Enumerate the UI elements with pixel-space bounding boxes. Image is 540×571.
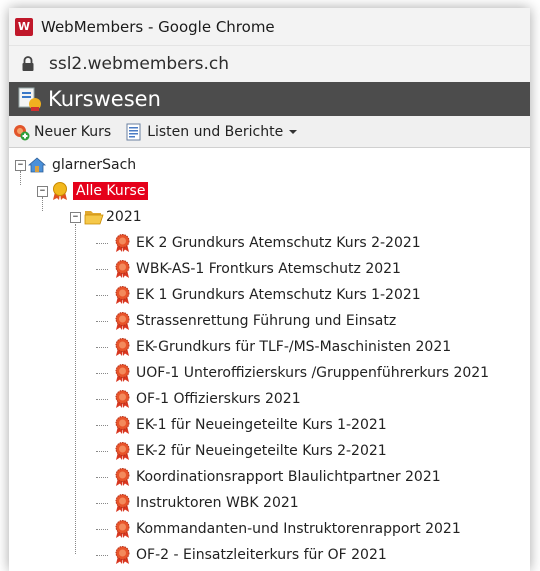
- url-text[interactable]: ssl2.webmembers.ch: [49, 54, 229, 74]
- home-icon: [28, 157, 46, 173]
- course-list-item[interactable]: EK-1 für Neueingeteilte Kurs 1-2021: [9, 412, 530, 438]
- course-name[interactable]: OF-2 - Einsatzleiterkurs für OF 2021: [136, 547, 387, 563]
- new-course-label: Neuer Kurs: [34, 123, 112, 140]
- address-bar[interactable]: ssl2.webmembers.ch: [9, 45, 530, 82]
- page-title: Kurswesen: [48, 87, 161, 111]
- tree-connector: [96, 373, 108, 374]
- award-medal-icon: [53, 182, 67, 200]
- course-ribbon-icon: [115, 468, 130, 486]
- course-tree: − glarnerSach − Alle Kurse − 2021 EK 2 G…: [9, 148, 530, 568]
- course-list-item[interactable]: WBK-AS-1 Frontkurs Atemschutz 2021: [9, 256, 530, 282]
- course-name[interactable]: WBK-AS-1 Frontkurs Atemschutz 2021: [136, 261, 401, 277]
- course-ribbon-icon: [115, 546, 130, 564]
- course-name[interactable]: EK 1 Grundkurs Atemschutz Kurs 1-2021: [136, 287, 421, 303]
- course-ribbon-icon: [115, 390, 130, 408]
- tree-connector: [96, 425, 108, 426]
- window-title: WebMembers - Google Chrome: [41, 17, 275, 36]
- tree-connector: [96, 555, 108, 556]
- course-ribbon-icon: [115, 364, 130, 382]
- course-name[interactable]: Koordinationsrapport Blaulichtpartner 20…: [136, 469, 441, 485]
- app-header: Kurswesen: [9, 82, 530, 116]
- tree-connector: [96, 269, 108, 270]
- chevron-down-icon: [289, 129, 298, 134]
- course-module-icon: [18, 87, 41, 111]
- course-list: EK 2 Grundkurs Atemschutz Kurs 2-2021 WBK…: [9, 230, 530, 568]
- title-bar: W WebMembers - Google Chrome: [9, 8, 530, 45]
- course-name[interactable]: Kommandanten-und Instruktorenrapport 202…: [136, 521, 461, 537]
- new-course-icon: [14, 124, 30, 140]
- tree-connector: [96, 243, 108, 244]
- course-ribbon-icon: [115, 234, 130, 252]
- course-ribbon-icon: [115, 312, 130, 330]
- reports-dropdown[interactable]: Listen und Berichte: [125, 123, 302, 141]
- course-list-item[interactable]: UOF-1 Unteroffizierskurs /Gruppenführerk…: [9, 360, 530, 386]
- browser-window: W WebMembers - Google Chrome ssl2.webmem…: [9, 8, 530, 571]
- course-name[interactable]: UOF-1 Unteroffizierskurs /Gruppenführerk…: [136, 365, 489, 381]
- course-ribbon-icon: [115, 416, 130, 434]
- course-list-item[interactable]: OF-2 - Einsatzleiterkurs für OF 2021: [9, 542, 530, 568]
- course-ribbon-icon: [115, 260, 130, 278]
- new-course-button[interactable]: Neuer Kurs: [12, 123, 111, 141]
- report-document-icon: [126, 123, 141, 140]
- course-list-item[interactable]: EK-2 für Neueingeteilte Kurs 2-2021: [9, 438, 530, 464]
- course-ribbon-icon: [115, 338, 130, 356]
- course-name[interactable]: EK 2 Grundkurs Atemschutz Kurs 2-2021: [136, 235, 421, 251]
- tree-connector: [96, 503, 108, 504]
- folder-open-icon: [84, 211, 104, 225]
- tree-connector: [96, 477, 108, 478]
- course-name[interactable]: EK-Grundkurs für TLF-/MS-Maschinisten 20…: [136, 339, 451, 355]
- course-ribbon-icon: [115, 494, 130, 512]
- tree-connector: [96, 321, 108, 322]
- reports-label: Listen und Berichte: [147, 123, 284, 140]
- tree-connector: [96, 529, 108, 530]
- course-list-item[interactable]: EK 1 Grundkurs Atemschutz Kurs 1-2021: [9, 282, 530, 308]
- course-list-item[interactable]: Kommandanten-und Instruktorenrapport 202…: [9, 516, 530, 542]
- root-label: glarnerSach: [52, 157, 137, 173]
- collapse-toggle[interactable]: −: [70, 212, 81, 223]
- tree-node-all-courses[interactable]: − Alle Kurse: [9, 178, 530, 204]
- course-list-item[interactable]: Koordinationsrapport Blaulichtpartner 20…: [9, 464, 530, 490]
- course-ribbon-icon: [115, 442, 130, 460]
- all-courses-label[interactable]: Alle Kurse: [73, 182, 149, 200]
- tree-node-year[interactable]: − 2021: [9, 204, 530, 230]
- course-list-item[interactable]: EK 2 Grundkurs Atemschutz Kurs 2-2021: [9, 230, 530, 256]
- year-label: 2021: [106, 209, 142, 225]
- toolbar: Neuer Kurs Listen und Berichte: [9, 116, 530, 148]
- tree-connector: [96, 399, 108, 400]
- course-name[interactable]: EK-1 für Neueingeteilte Kurs 1-2021: [136, 417, 387, 433]
- lock-icon: [21, 56, 43, 72]
- collapse-toggle[interactable]: −: [15, 160, 26, 171]
- tree-connector: [96, 295, 108, 296]
- webmembers-logo-icon: W: [15, 17, 33, 36]
- tree-connector: [96, 347, 108, 348]
- course-list-item[interactable]: EK-Grundkurs für TLF-/MS-Maschinisten 20…: [9, 334, 530, 360]
- course-name[interactable]: Instruktoren WBK 2021: [136, 495, 299, 511]
- course-name[interactable]: Strassenrettung Führung und Einsatz: [136, 313, 396, 329]
- tree-connector: [96, 451, 108, 452]
- course-list-item[interactable]: Strassenrettung Führung und Einsatz: [9, 308, 530, 334]
- collapse-toggle[interactable]: −: [37, 186, 48, 197]
- course-ribbon-icon: [115, 286, 130, 304]
- course-name[interactable]: OF-1 Offizierskurs 2021: [136, 391, 301, 407]
- course-list-item[interactable]: OF-1 Offizierskurs 2021: [9, 386, 530, 412]
- course-list-item[interactable]: Instruktoren WBK 2021: [9, 490, 530, 516]
- course-ribbon-icon: [115, 520, 130, 538]
- course-name[interactable]: EK-2 für Neueingeteilte Kurs 2-2021: [136, 443, 387, 459]
- tree-node-root[interactable]: − glarnerSach: [9, 152, 530, 178]
